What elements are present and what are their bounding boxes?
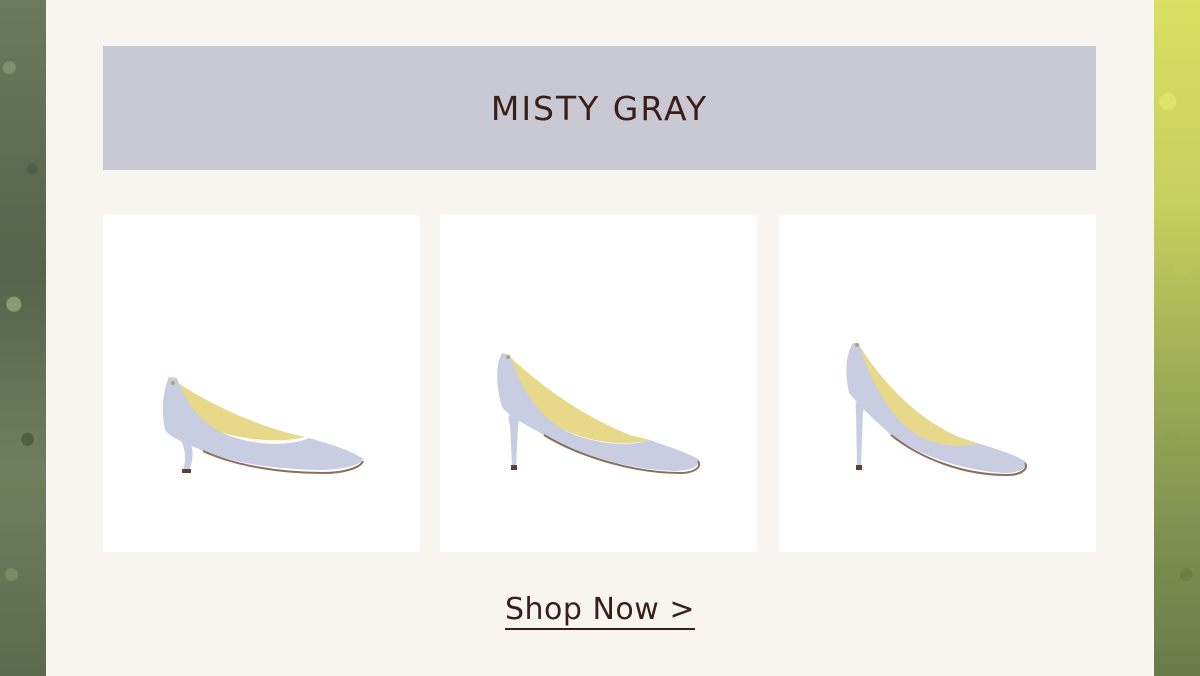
- product-card-high-heel[interactable]: [779, 215, 1096, 552]
- shoe-kitten-heel-image: [162, 377, 364, 475]
- shoe-high-heel-image: [846, 343, 1027, 477]
- content-panel: MISTY GRAY Shop Now >: [46, 0, 1154, 676]
- product-card-mid-heel[interactable]: [440, 215, 757, 552]
- background-foliage-left: [0, 0, 46, 676]
- shoe-mid-heel-image: [497, 353, 700, 475]
- product-card-kitten-heel[interactable]: [103, 215, 420, 552]
- email-page: MISTY GRAY Shop Now >: [0, 0, 1200, 676]
- shop-now-link[interactable]: Shop Now >: [505, 592, 695, 630]
- shop-now-container: Shop Now >: [46, 592, 1154, 630]
- banner-title: MISTY GRAY: [490, 88, 709, 128]
- background-foliage-right: [1154, 0, 1200, 676]
- color-banner: MISTY GRAY: [103, 46, 1096, 170]
